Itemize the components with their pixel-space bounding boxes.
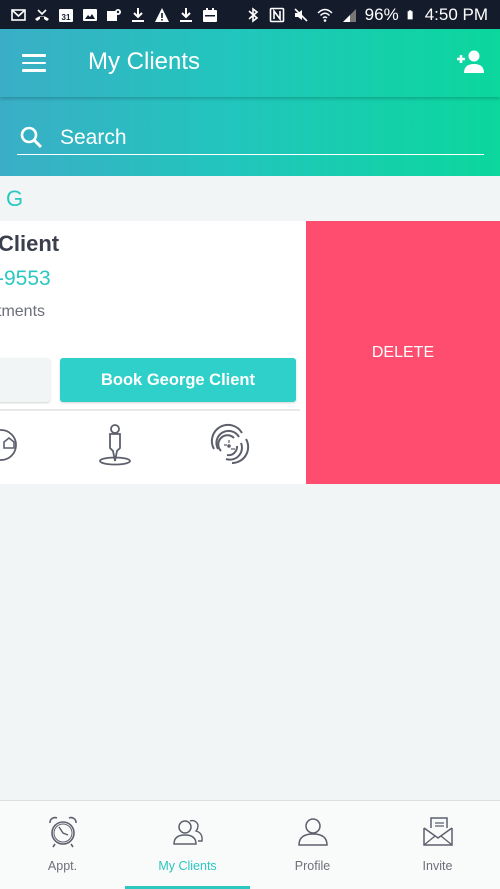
battery-percent: 96%: [364, 4, 399, 24]
battery-icon: [407, 9, 413, 19]
notification-icons: 31: [10, 7, 218, 23]
system-icons: 96% 4:50 PM: [245, 5, 488, 25]
hamburger-menu-icon[interactable]: [22, 54, 46, 72]
search-icon: [20, 126, 43, 148]
profile-icon: [297, 818, 328, 846]
download-icon: [180, 7, 192, 22]
section-header-letter: G: [6, 186, 24, 211]
warning-icon: [155, 7, 169, 22]
nav-tab-invite[interactable]: Invite: [375, 801, 500, 889]
secondary-action-button[interactable]: [0, 358, 50, 402]
client-phone[interactable]: -9553: [0, 267, 51, 291]
fingerprint-icon[interactable]: [206, 421, 252, 469]
home-location-icon[interactable]: [0, 421, 24, 469]
app-header: My Clients: [0, 29, 500, 176]
gallery-icon: [83, 8, 97, 21]
calendar-31-icon: 31: [59, 8, 73, 22]
mute-icon: [294, 7, 308, 22]
gmail-icon: [11, 8, 26, 21]
nav-label-my-clients: My Clients: [158, 859, 217, 873]
download-icon: [132, 7, 144, 22]
book-client-button[interactable]: Book George Client: [60, 358, 296, 402]
signal-icon: [342, 8, 356, 22]
clients-icon: [172, 819, 203, 845]
svg-text:31: 31: [62, 13, 71, 22]
nav-label-appointments: Appt.: [47, 859, 78, 873]
page-title: My Clients: [88, 48, 201, 75]
add-client-icon[interactable]: [454, 49, 486, 75]
search-bar: [17, 121, 484, 155]
search-input[interactable]: [60, 125, 460, 150]
client-appointments: tments: [0, 303, 46, 320]
calendar-icon: [203, 7, 217, 22]
missed-call-icon: [35, 8, 49, 21]
bottom-navigation: Appt. My Clients Profile Invite: [0, 800, 500, 889]
maps-icon: [107, 8, 121, 21]
invite-envelope-icon: [422, 817, 453, 846]
nav-tab-appointments[interactable]: Appt.: [0, 801, 125, 889]
clock: 4:50 PM: [424, 4, 488, 24]
status-bar: 31 96% 4:50 PM: [0, 0, 500, 29]
nav-tab-my-clients[interactable]: My Clients: [125, 801, 250, 889]
card-divider: [0, 409, 300, 411]
client-card[interactable]: Client -9553 tments Book George Client: [0, 221, 306, 484]
toolbar: My Clients: [0, 29, 500, 97]
client-name: Client: [0, 231, 60, 256]
bluetooth-icon: [248, 6, 258, 23]
person-location-icon[interactable]: [92, 421, 138, 469]
nfc-icon: [269, 7, 284, 22]
wifi-icon: [317, 8, 333, 22]
delete-label: DELETE: [371, 343, 435, 361]
delete-button[interactable]: DELETE: [306, 221, 500, 484]
nav-tab-profile[interactable]: Profile: [250, 801, 375, 889]
nav-label-profile: Profile: [294, 859, 331, 873]
nav-label-invite: Invite: [422, 859, 453, 873]
alarm-clock-icon: [48, 816, 77, 848]
